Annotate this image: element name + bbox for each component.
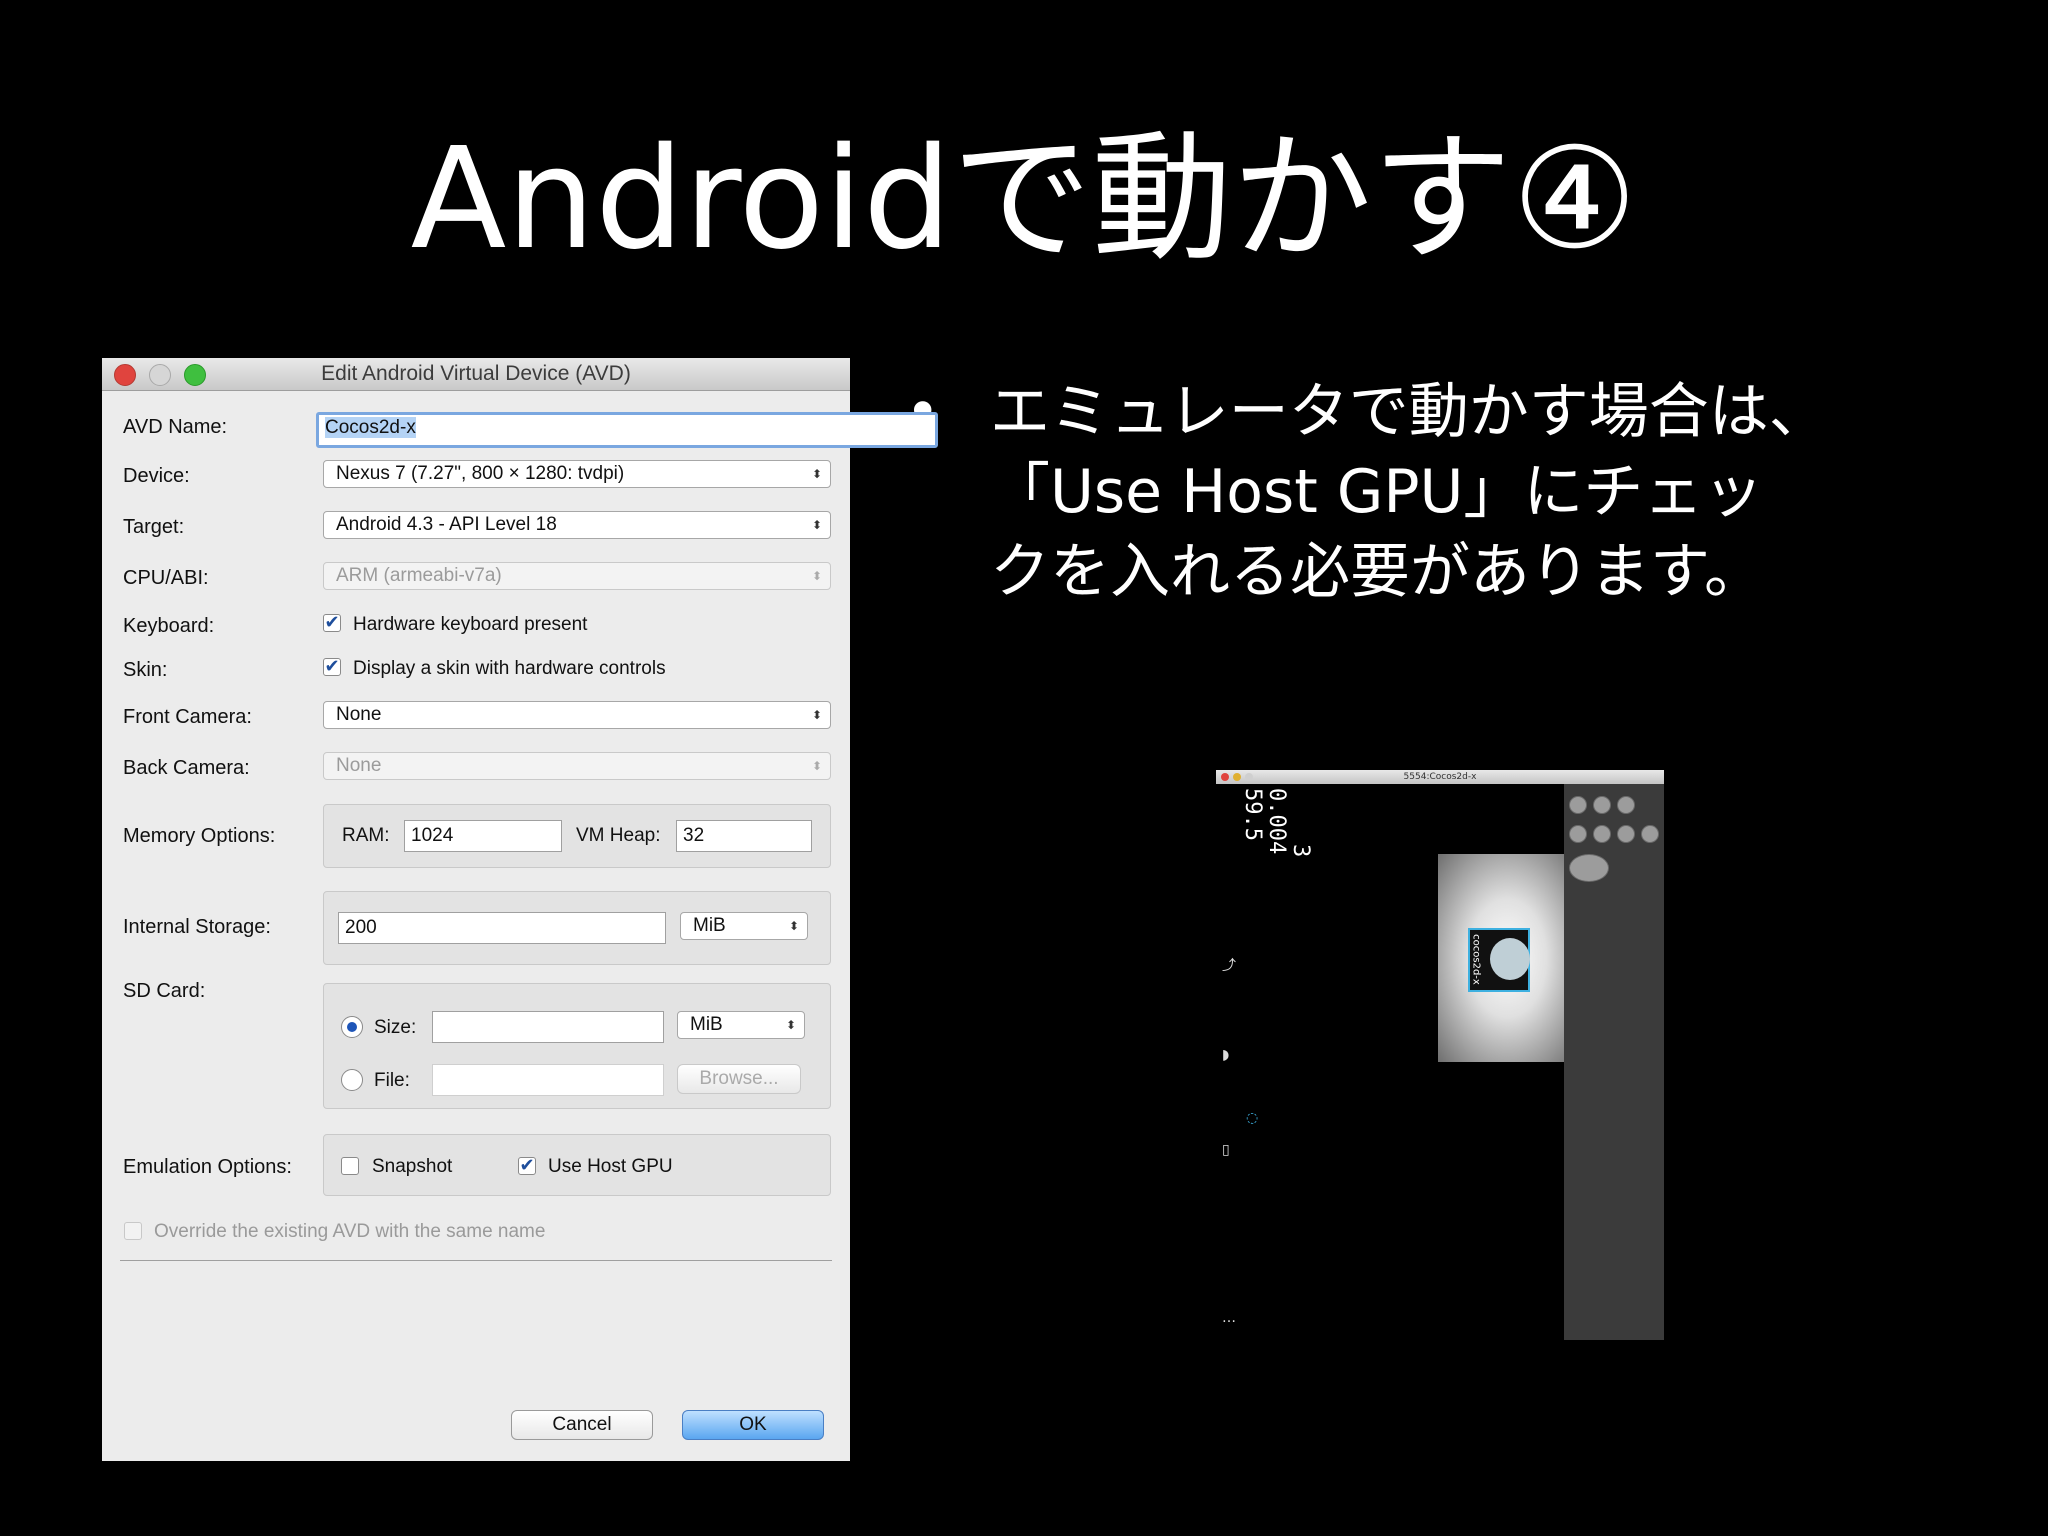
emulator-title: 5554:Cocos2d-x	[1403, 772, 1477, 782]
vm-heap-input[interactable]: 32	[676, 820, 812, 852]
internal-storage-group: 200 MiB ⬍	[323, 891, 831, 965]
emulator-back-icon: ◗	[1222, 1047, 1230, 1063]
emulator-file-icon: ▯	[1222, 1142, 1230, 1158]
fps-line-2: 59.5	[1240, 788, 1265, 841]
chevron-updown-icon: ⬍	[788, 919, 799, 933]
use-host-gpu-label: Use Host GPU	[548, 1156, 673, 1177]
bullet-line-2: 「Use Host GPU」にチェッ	[990, 457, 1764, 527]
sd-size-radio[interactable]	[341, 1016, 363, 1038]
snapshot-checkbox[interactable]	[341, 1157, 359, 1175]
cpu-abi-label: CPU/ABI:	[123, 567, 209, 589]
bullet-line-3: クを入れる必要があります。	[990, 537, 1764, 607]
memory-options-label: Memory Options:	[123, 825, 276, 847]
internal-storage-label: Internal Storage:	[123, 916, 271, 938]
fps-line-1: 0.004	[1264, 788, 1289, 855]
override-avd-label: Override the existing AVD with the same …	[154, 1221, 546, 1242]
emulator-controls-panel	[1564, 784, 1664, 1340]
bullet-text: エミュレータで動かす場合は、 「Use Host GPU」にチェッ クを入れる必…	[990, 372, 1950, 612]
back-camera-label: Back Camera:	[123, 757, 250, 779]
emulator-titlebar: 5554:Cocos2d-x	[1216, 770, 1664, 784]
target-label: Target:	[123, 516, 185, 538]
sd-size-unit-select[interactable]: MiB ⬍	[677, 1011, 805, 1039]
fps-line-3: 3	[1288, 844, 1313, 858]
emulation-options-group: Snapshot ✔ Use Host GPU	[323, 1134, 831, 1196]
device-label: Device:	[123, 465, 190, 487]
ram-input[interactable]: 1024	[404, 820, 562, 852]
emulator-dpad[interactable]	[1569, 854, 1609, 882]
sd-file-input[interactable]	[432, 1064, 664, 1096]
use-host-gpu-checkbox[interactable]: ✔	[518, 1156, 536, 1175]
chevron-updown-icon: ⬍	[785, 1018, 796, 1032]
emulator-power-button[interactable]	[1617, 796, 1635, 814]
cocos2d-logo-area: cocos2d-x	[1438, 854, 1564, 1062]
back-camera-select[interactable]: None ⬍	[323, 752, 831, 780]
sd-size-unit: MiB	[690, 1014, 723, 1035]
keyboard-label: Keyboard:	[123, 615, 215, 637]
internal-storage-unit-select[interactable]: MiB ⬍	[680, 912, 808, 940]
sd-card-group: Size: MiB ⬍ File: Browse...	[323, 983, 831, 1109]
dialog-title: Edit Android Virtual Device (AVD)	[321, 362, 631, 385]
target-value: Android 4.3 - API Level 18	[336, 514, 557, 535]
sd-size-label: Size:	[374, 1017, 417, 1038]
device-select[interactable]: Nexus 7 (7.27", 800 × 1280: tvdpi) ⬍	[323, 460, 831, 488]
slide-title: Androidで動かす④	[410, 118, 1638, 281]
emulator-menu-button[interactable]	[1593, 825, 1611, 843]
emulator-volume-up-button[interactable]	[1593, 796, 1611, 814]
emulation-options-label: Emulation Options:	[123, 1156, 292, 1178]
cocos2d-logo: cocos2d-x	[1468, 928, 1530, 992]
override-avd-checkbox[interactable]	[124, 1222, 142, 1240]
chevron-updown-icon: ⬍	[811, 467, 822, 481]
ram-label: RAM:	[342, 825, 390, 846]
sd-file-label: File:	[374, 1070, 410, 1091]
display-skin-checkbox[interactable]: ✔	[323, 657, 341, 676]
emulator-back-button[interactable]	[1617, 825, 1635, 843]
back-camera-value: None	[336, 755, 382, 776]
cpu-abi-value: ARM (armeabi-v7a)	[336, 565, 502, 586]
emulator-spinner-icon: ◌	[1246, 1110, 1259, 1126]
sd-card-label: SD Card:	[123, 980, 206, 1002]
sd-size-input[interactable]	[432, 1011, 664, 1043]
emulator-home-button[interactable]	[1569, 825, 1587, 843]
display-skin-label: Display a skin with hardware controls	[353, 658, 666, 679]
snapshot-label: Snapshot	[372, 1156, 453, 1177]
emulator-window: 5554:Cocos2d-x 0.004 59.5 3 ⤴ ◗ ◌ ▯ … co…	[1216, 770, 1664, 1340]
device-value: Nexus 7 (7.27", 800 × 1280: tvdpi)	[336, 463, 625, 484]
bullet-line-1: エミュレータで動かす場合は、	[990, 377, 1829, 447]
front-camera-label: Front Camera:	[123, 706, 252, 728]
logo-text: cocos2d-x	[1470, 934, 1482, 985]
chevron-updown-icon: ⬍	[811, 708, 822, 722]
avd-name-value: Cocos2d-x	[325, 417, 416, 438]
skin-label: Skin:	[123, 659, 168, 681]
target-select[interactable]: Android 4.3 - API Level 18 ⬍	[323, 511, 831, 539]
cocos-cat-icon	[1490, 938, 1530, 980]
sd-file-radio[interactable]	[341, 1069, 363, 1091]
hardware-keyboard-checkbox[interactable]: ✔	[323, 613, 341, 632]
dialog-separator	[120, 1260, 832, 1261]
chevron-updown-icon: ⬍	[811, 518, 822, 532]
front-camera-value: None	[336, 704, 382, 725]
cpu-abi-select[interactable]: ARM (armeabi-v7a) ⬍	[323, 562, 831, 590]
ok-button[interactable]: OK	[682, 1410, 824, 1440]
avd-name-input[interactable]: Cocos2d-x	[316, 412, 938, 448]
vm-heap-label: VM Heap:	[576, 825, 661, 846]
avd-name-label: AVD Name:	[123, 416, 228, 438]
browse-button[interactable]: Browse...	[677, 1064, 801, 1094]
emulator-volume-down-button[interactable]	[1569, 796, 1587, 814]
emulator-up-icon: ⤴	[1222, 958, 1236, 974]
emulator-search-button[interactable]	[1641, 825, 1659, 843]
internal-storage-unit: MiB	[693, 915, 726, 936]
chevron-updown-icon: ⬍	[811, 759, 822, 773]
avd-dialog: Edit Android Virtual Device (AVD) AVD Na…	[102, 358, 938, 1461]
memory-options-group: RAM: 1024 VM Heap: 32	[323, 804, 831, 868]
front-camera-select[interactable]: None ⬍	[323, 701, 831, 729]
dialog-titlebar: Edit Android Virtual Device (AVD)	[102, 358, 850, 391]
emulator-menu-icon: …	[1222, 1310, 1236, 1326]
internal-storage-input[interactable]: 200	[338, 912, 666, 944]
chevron-updown-icon: ⬍	[811, 569, 822, 583]
hardware-keyboard-label: Hardware keyboard present	[353, 614, 588, 635]
cancel-button[interactable]: Cancel	[511, 1410, 653, 1440]
